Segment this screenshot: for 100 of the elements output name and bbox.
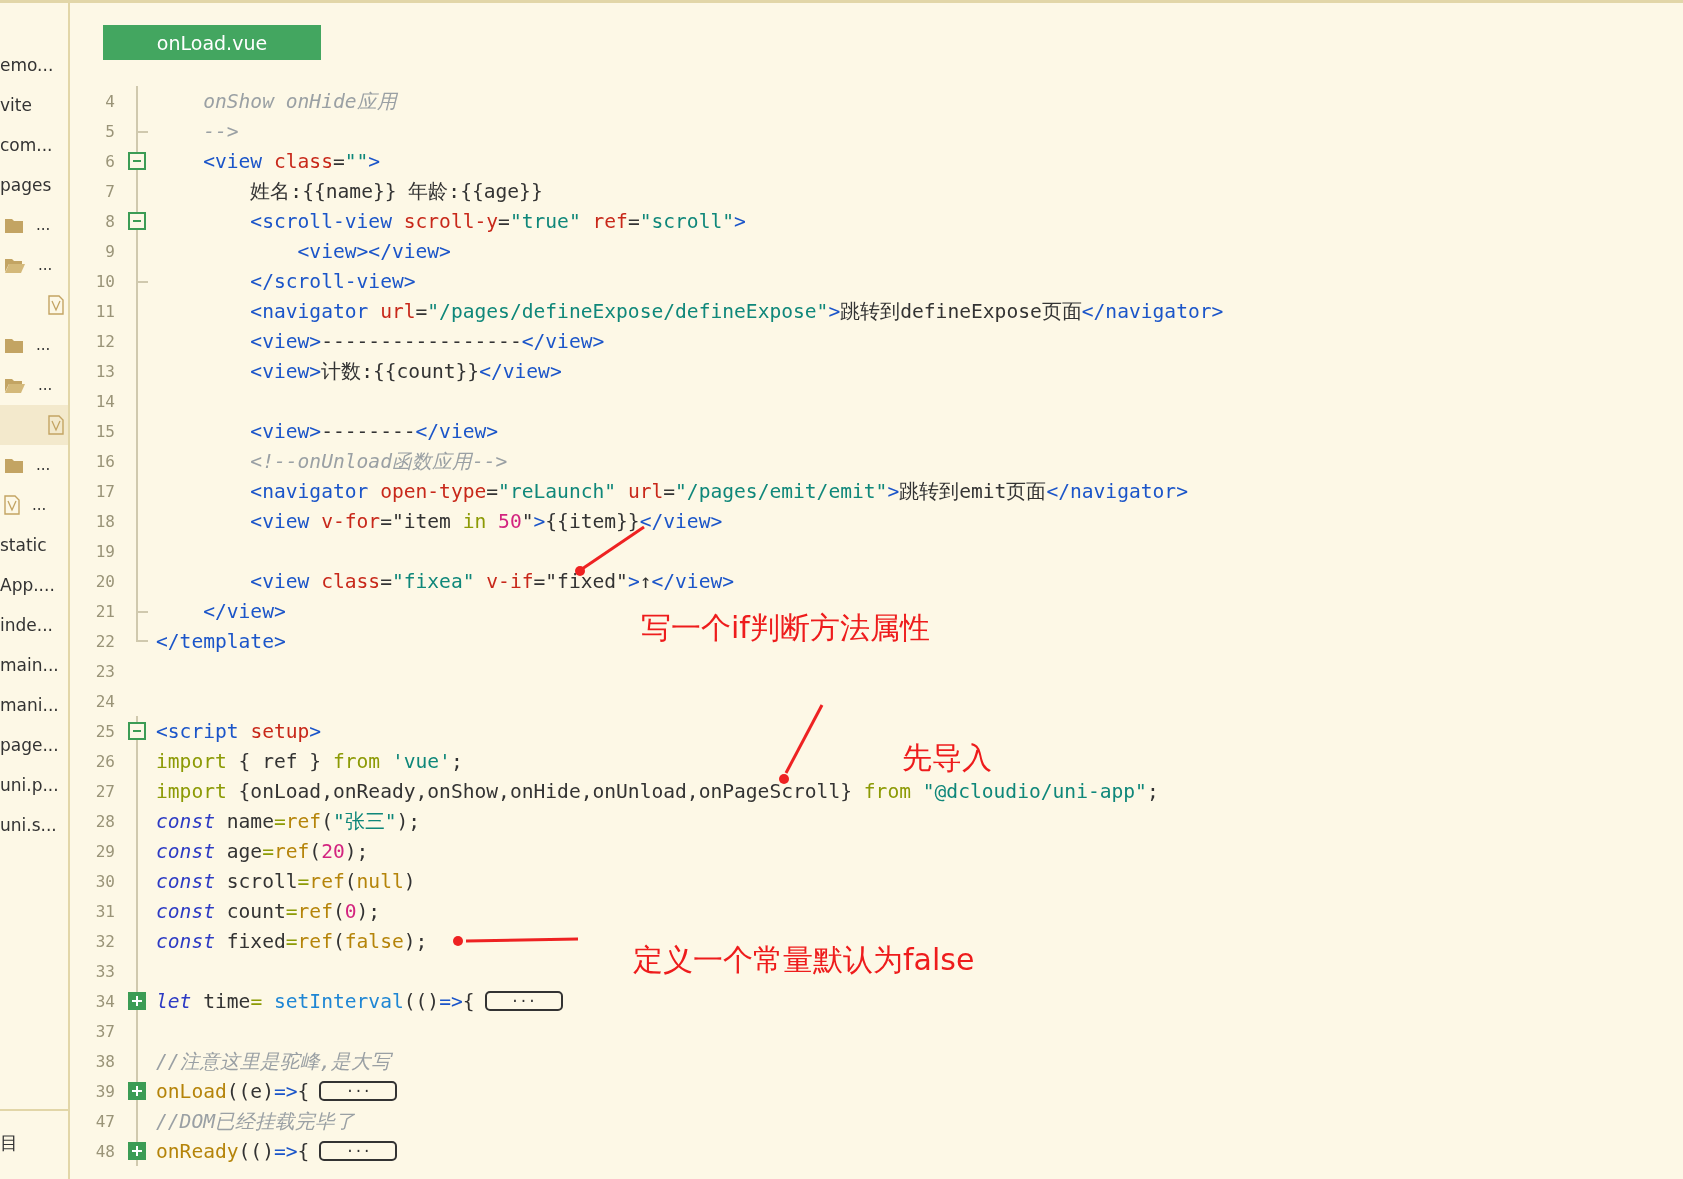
code-line: //注意这里是驼峰,是大写 xyxy=(156,1048,392,1075)
file-tree-item[interactable]: ... xyxy=(0,325,68,365)
code-line: <view>-----------------</view> xyxy=(249,329,605,353)
code-line: const fixed=ref(false); xyxy=(156,929,428,953)
code-line: //DOM已经挂载完毕了 xyxy=(156,1108,355,1135)
file-icon xyxy=(4,495,20,515)
code-line: <navigator url="/pages/defineExpose/defineExpose">跳转到defineExpose页面</navigator> xyxy=(249,298,1224,325)
line-number: 25 xyxy=(94,721,115,741)
annotation-text: 定义一个常量默认为false xyxy=(633,941,975,979)
line-number: 16 xyxy=(94,451,115,471)
line-number: 15 xyxy=(94,421,115,441)
file-tree-item[interactable]: uni.p... xyxy=(0,765,68,805)
folder-icon xyxy=(4,216,24,234)
line-number: 22 xyxy=(94,631,115,651)
file-icon xyxy=(48,295,64,315)
file-tree-item[interactable]: uni.s... xyxy=(0,805,68,845)
file-tree-item[interactable]: ... xyxy=(0,205,68,245)
line-number: 13 xyxy=(94,361,115,381)
code-line: <!--onUnload函数应用--> xyxy=(249,448,508,475)
expand-icon[interactable] xyxy=(128,1082,146,1100)
code-line: onReady(()=>{ xyxy=(156,1139,310,1163)
line-number: 14 xyxy=(94,391,115,411)
code-line: <view class="fixea" v-if="fixed">↑</view> xyxy=(249,569,735,593)
line-number: 12 xyxy=(94,331,115,351)
file-tree-item[interactable]: emo... xyxy=(0,45,68,85)
file-tree-item[interactable]: main... xyxy=(0,645,68,685)
code-line: import {onLoad,onReady,onShow,onHide,onUnload,onPageScroll} from "@dcloudio/uni-app"; xyxy=(156,779,1159,803)
line-number: 27 xyxy=(94,781,115,801)
line-number: 37 xyxy=(94,1021,115,1041)
file-tree-item[interactable]: ... xyxy=(0,365,68,405)
line-number: 34 xyxy=(94,991,115,1011)
code-line: const name=ref("张三"); xyxy=(156,808,421,835)
line-number: 47 xyxy=(94,1111,115,1131)
folded-code-button[interactable]: ··· xyxy=(319,1081,398,1101)
code-line: 姓名:{{name}} 年龄:{{age}} xyxy=(249,178,543,205)
line-number: 31 xyxy=(94,901,115,921)
file-tree-item[interactable]: App.... xyxy=(0,565,68,605)
folded-code-button[interactable]: ··· xyxy=(319,1141,398,1161)
file-tree-item[interactable]: com... xyxy=(0,125,68,165)
code-line: let time= setInterval(()=>{ xyxy=(156,989,475,1013)
code-line: --> xyxy=(202,119,239,143)
line-number: 4 xyxy=(104,91,115,111)
line-number: 48 xyxy=(94,1141,115,1161)
sidebar-footer-label: 目 xyxy=(0,1131,18,1155)
file-tree-item[interactable]: inde... xyxy=(0,605,68,645)
code-line: <view class=""> xyxy=(202,149,381,173)
code-line: const count=ref(0); xyxy=(156,899,381,923)
line-number: 23 xyxy=(94,661,115,681)
expand-icon[interactable] xyxy=(128,992,146,1010)
file-tree-item[interactable]: vite xyxy=(0,85,68,125)
code-line: </view> xyxy=(202,599,286,623)
line-number: 39 xyxy=(94,1081,115,1101)
code-line: <view v-for="item in 50">{{item}}</view> xyxy=(249,509,723,533)
line-number: 28 xyxy=(94,811,115,831)
line-number: 21 xyxy=(94,601,115,621)
code-line: </scroll-view> xyxy=(249,269,416,293)
file-tree-item[interactable]: mani... xyxy=(0,685,68,725)
file-tree-item[interactable]: ... xyxy=(0,445,68,485)
code-line: onLoad((e)=>{ xyxy=(156,1079,310,1103)
code-line: import { ref } from 'vue'; xyxy=(156,749,463,773)
line-number: 9 xyxy=(104,241,115,261)
file-tree-item[interactable]: ... xyxy=(0,485,68,525)
file-tree-item[interactable]: page... xyxy=(0,725,68,765)
folded-code-button[interactable]: ··· xyxy=(484,991,563,1011)
code-line: <script setup> xyxy=(156,719,322,743)
code-line: </template> xyxy=(156,629,286,653)
collapse-icon[interactable] xyxy=(128,722,146,740)
line-number: 10 xyxy=(94,271,115,291)
folder-icon xyxy=(4,336,24,354)
code-line: <scroll-view scroll-y="true" ref="scroll"> xyxy=(249,209,746,233)
code-line: const scroll=ref(null) xyxy=(156,869,416,893)
code-line: <view>计数:{{count}}</view> xyxy=(249,358,562,385)
line-number: 30 xyxy=(94,871,115,891)
line-number: 29 xyxy=(94,841,115,861)
line-number: 19 xyxy=(94,541,115,561)
annotation-text: 写一个if判断方法属性 xyxy=(641,609,930,647)
line-number: 17 xyxy=(94,481,115,501)
line-number: 11 xyxy=(94,301,115,321)
folder-icon xyxy=(4,456,24,474)
line-number: 33 xyxy=(94,961,115,981)
line-number: 8 xyxy=(104,211,115,231)
expand-icon[interactable] xyxy=(128,1142,146,1160)
line-number: 32 xyxy=(94,931,115,951)
folder-open-icon xyxy=(4,376,26,394)
file-tree-item[interactable] xyxy=(0,405,68,445)
code-line: onShow onHide应用 xyxy=(202,88,397,115)
file-tree-item[interactable]: ... xyxy=(0,245,68,285)
code-line: <navigator open-type="reLaunch" url="/pages/emit/emit">跳转到emit页面</navigator> xyxy=(249,478,1188,505)
file-tree-item[interactable]: static xyxy=(0,525,68,565)
code-line: <view></view> xyxy=(296,239,451,263)
line-number: 38 xyxy=(94,1051,115,1071)
line-number: 7 xyxy=(104,181,115,201)
code-line: <view>--------</view> xyxy=(249,419,499,443)
collapse-icon[interactable] xyxy=(128,152,146,170)
line-number: 6 xyxy=(104,151,115,171)
line-number: 18 xyxy=(94,511,115,531)
annotation-text: 先导入 xyxy=(902,739,992,777)
file-tree-item[interactable]: pages xyxy=(0,165,68,205)
collapse-icon[interactable] xyxy=(128,212,146,230)
file-icon xyxy=(48,415,64,435)
